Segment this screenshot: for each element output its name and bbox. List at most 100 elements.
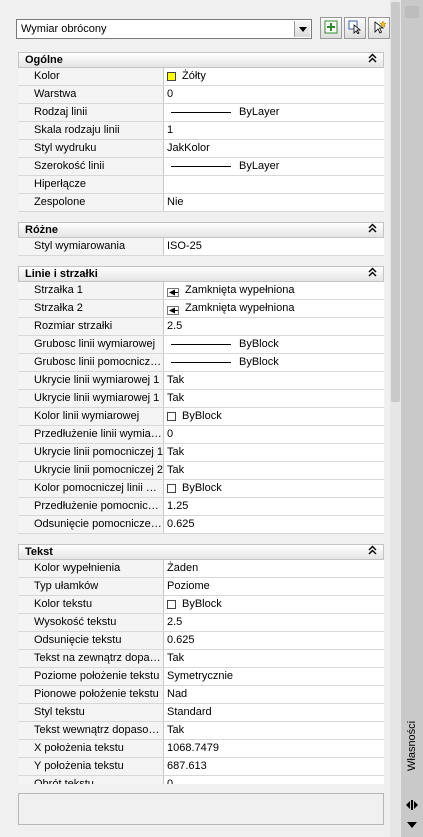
property-value[interactable]: Nad <box>164 686 384 703</box>
property-value[interactable]: 687.613 <box>164 758 384 775</box>
property-row[interactable]: Typ ułamków Poziome <box>18 578 384 596</box>
property-value[interactable]: ByBlock <box>164 480 384 497</box>
property-value-text: Nad <box>167 688 188 700</box>
property-row[interactable]: Kolor tekstu ByBlock <box>18 596 384 614</box>
property-value[interactable]: 1068.7479 <box>164 740 384 757</box>
property-row[interactable]: Y położenia tekstu 687.613 <box>18 758 384 776</box>
property-row[interactable]: Ukrycie linii wymiarowej 1 Tak <box>18 372 384 390</box>
property-row[interactable]: Ukrycie linii pomocniczej 1 Tak <box>18 444 384 462</box>
section-header[interactable]: Różne <box>18 222 384 238</box>
property-row[interactable]: Szerokość linii ByLayer <box>18 158 384 176</box>
property-value[interactable]: Tak <box>164 372 384 389</box>
section: Ogólne Kolor Żółty Warstwa 0 Rodzaj linii ByLa… <box>18 52 384 212</box>
property-value[interactable]: Tak <box>164 462 384 479</box>
property-value[interactable]: 2.5 <box>164 318 384 335</box>
property-row[interactable]: Tekst na zewnątrz dopasowanyTak <box>18 650 384 668</box>
property-row[interactable]: Styl wymiarowania ISO-25 <box>18 238 384 256</box>
property-value[interactable]: Zamknięta wypełniona <box>164 282 384 299</box>
collapse-icon[interactable] <box>368 223 377 236</box>
scrollbar-thumb[interactable] <box>391 2 400 402</box>
property-value[interactable]: ByLayer <box>164 104 384 121</box>
object-type-dropdown[interactable]: Wymiar obrócony <box>16 19 312 39</box>
property-value[interactable]: Tak <box>164 390 384 407</box>
property-value[interactable]: Zamknięta wypełniona <box>164 300 384 317</box>
collapse-icon[interactable] <box>368 545 377 558</box>
property-value[interactable]: ByBlock <box>164 408 384 425</box>
property-value[interactable]: ByLayer <box>164 158 384 175</box>
property-label: Tekst na zewnątrz dopasowany <box>18 650 164 667</box>
property-row[interactable]: Hiperłącze <box>18 176 384 194</box>
property-row[interactable]: Styl wydruku JakKolor <box>18 140 384 158</box>
property-value[interactable]: 2.5 <box>164 614 384 631</box>
property-value[interactable]: Tak <box>164 444 384 461</box>
property-value[interactable]: ByBlock <box>164 354 384 371</box>
vertical-scrollbar[interactable] <box>390 0 401 837</box>
property-row[interactable]: Tekst wewnątrz dopasowany Tak <box>18 722 384 740</box>
property-value[interactable]: ByBlock <box>164 336 384 353</box>
property-row[interactable]: Skala rodzaju linii 1 <box>18 122 384 140</box>
property-value[interactable]: Żółty <box>164 68 384 85</box>
property-row[interactable]: Rodzaj linii ByLayer <box>18 104 384 122</box>
property-row[interactable]: Warstwa 0 <box>18 86 384 104</box>
collapse-icon[interactable] <box>368 267 377 280</box>
property-row[interactable]: Ukrycie linii pomocniczej 2 Tak <box>18 462 384 480</box>
property-row[interactable]: Pionowe położenie tekstu Nad <box>18 686 384 704</box>
property-row[interactable]: Kolor Żółty <box>18 68 384 86</box>
property-row[interactable]: Zespolone Nie <box>18 194 384 212</box>
property-value[interactable]: Nie <box>164 194 384 211</box>
toggle-pickadd-button[interactable] <box>320 17 342 39</box>
section-title: Linie i strzałki <box>25 268 98 280</box>
property-row[interactable]: Przedłużenie linii wymiarowej 0 <box>18 426 384 444</box>
linetype-sample-icon <box>171 344 231 345</box>
properties-menu-icon[interactable] <box>406 818 418 830</box>
property-value[interactable]: Tak <box>164 722 384 739</box>
property-value[interactable]: Poziome <box>164 578 384 595</box>
property-row[interactable]: Grubosc linii pomocniczych ByBlock <box>18 354 384 372</box>
property-value[interactable]: 0 <box>164 426 384 443</box>
quick-select-button[interactable] <box>368 17 390 39</box>
property-row[interactable]: Strzałka 1 Zamknięta wypełniona <box>18 282 384 300</box>
section-header[interactable]: Linie i strzałki <box>18 266 384 282</box>
property-row[interactable]: Odsunięcie tekstu 0.625 <box>18 632 384 650</box>
property-value-text: 1068.7479 <box>167 742 219 754</box>
property-row[interactable]: Grubosc linii wymiarowej ByBlock <box>18 336 384 354</box>
close-icon[interactable] <box>405 6 419 18</box>
property-value[interactable]: Symetrycznie <box>164 668 384 685</box>
property-row[interactable]: Wysokość tekstu 2.5 <box>18 614 384 632</box>
property-row[interactable]: Przedłużenie pomocniczej linii wymiarowe… <box>18 498 384 516</box>
property-value[interactable] <box>164 176 384 193</box>
property-value[interactable]: ByBlock <box>164 596 384 613</box>
property-value[interactable]: 1 <box>164 122 384 139</box>
property-row[interactable]: Kolor wypełnienia Żaden <box>18 560 384 578</box>
property-value[interactable]: 0.625 <box>164 516 384 533</box>
property-row[interactable]: Kolor pomocniczej linii wymiarowej ByBloc… <box>18 480 384 498</box>
property-value[interactable]: 1.25 <box>164 498 384 515</box>
property-value[interactable]: Standard <box>164 704 384 721</box>
property-value[interactable]: JakKolor <box>164 140 384 157</box>
property-row[interactable]: Poziome położenie tekstu Symetrycznie <box>18 668 384 686</box>
palette-title: Własności <box>406 720 418 772</box>
property-row[interactable]: X położenia tekstu 1068.7479 <box>18 740 384 758</box>
property-row[interactable]: Kolor linii wymiarowej ByBlock <box>18 408 384 426</box>
property-row[interactable]: Odsunięcie pomocniczej linii wymiarowej0… <box>18 516 384 534</box>
autohide-icon[interactable] <box>406 799 418 811</box>
section-header[interactable]: Ogólne <box>18 52 384 68</box>
property-value[interactable]: 0.625 <box>164 632 384 649</box>
property-label: X położenia tekstu <box>18 740 164 757</box>
property-value[interactable]: 0 <box>164 776 384 784</box>
property-row[interactable]: Obrót tekstu 0 <box>18 776 384 784</box>
property-value-text: 687.613 <box>167 760 207 772</box>
property-row[interactable]: Rozmiar strzałki 2.5 <box>18 318 384 336</box>
property-row[interactable]: Ukrycie linii wymiarowej 1 Tak <box>18 390 384 408</box>
property-value[interactable]: ISO-25 <box>164 238 384 255</box>
section-header[interactable]: Tekst <box>18 544 384 560</box>
collapse-icon[interactable] <box>368 53 377 66</box>
chevron-down-icon[interactable] <box>294 21 310 37</box>
property-value[interactable]: Żaden <box>164 560 384 577</box>
property-value[interactable]: Tak <box>164 650 384 667</box>
property-row[interactable]: Styl tekstu Standard <box>18 704 384 722</box>
property-label: Odsunięcie tekstu <box>18 632 164 649</box>
select-objects-button[interactable] <box>344 17 366 39</box>
property-row[interactable]: Strzałka 2 Zamknięta wypełniona <box>18 300 384 318</box>
property-value[interactable]: 0 <box>164 86 384 103</box>
